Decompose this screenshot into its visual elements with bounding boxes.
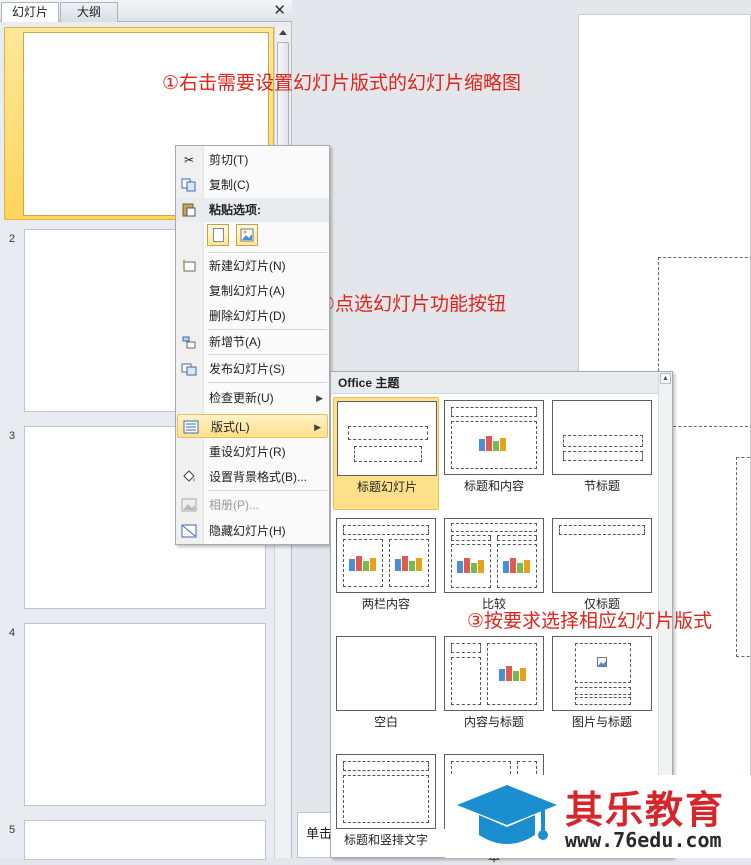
layout-preview xyxy=(444,518,544,593)
picture-icon xyxy=(597,657,607,667)
menu-item-publish-slides[interactable]: 发布幻灯片(S) xyxy=(176,357,329,381)
photo-album-icon xyxy=(181,498,197,512)
layout-preview xyxy=(444,636,544,711)
layout-preview xyxy=(444,400,544,475)
context-menu: ✂ 剪切(T) 复制(C) 粘贴选项: 新建幻灯片(N) 复制幻灯片(A) 删除… xyxy=(175,145,330,545)
slide-number: 5 xyxy=(9,824,16,836)
layout-preview xyxy=(552,636,652,711)
slide-thumbnail-4[interactable] xyxy=(24,623,266,806)
paint-bucket-icon xyxy=(181,470,197,484)
hide-slide-icon xyxy=(181,524,197,538)
scissors-icon: ✂ xyxy=(183,153,195,167)
watermark-title: 其乐教育 xyxy=(565,788,726,832)
copy-icon xyxy=(181,178,197,192)
panel-tabbar: 幻灯片 大纲 ✕ xyxy=(0,0,292,22)
layout-preview xyxy=(552,518,652,593)
watermark-logo: 其乐教育 www.76edu.com xyxy=(445,775,751,858)
new-slide-icon xyxy=(181,259,197,273)
slide-number: 3 xyxy=(9,430,16,442)
paste-options-header: 粘贴选项: xyxy=(176,198,329,222)
picture-icon xyxy=(240,228,254,242)
layout-preview xyxy=(337,401,437,476)
menu-item-duplicate-slide[interactable]: 复制幻灯片(A) xyxy=(176,279,329,303)
menu-item-reset-slide[interactable]: 重设幻灯片(R) xyxy=(176,440,329,464)
gallery-header: Office 主题 xyxy=(331,372,672,394)
submenu-arrow-icon: ▶ xyxy=(314,422,321,432)
annotation-step3: ③按要求选择相应幻灯片版式 xyxy=(467,611,713,632)
layout-two-content[interactable]: 两栏内容 xyxy=(333,515,439,628)
annotation-step1: ①右击需要设置幻灯片版式的幻灯片缩略图 xyxy=(162,73,522,94)
slide-number: 2 xyxy=(9,233,16,245)
publish-icon xyxy=(181,362,197,376)
slide-thumbnail-5[interactable] xyxy=(24,820,266,860)
menu-item-format-background[interactable]: 设置背景格式(B)... xyxy=(176,465,329,489)
annotation-step2: ②点选幻灯片功能按钮 xyxy=(318,294,507,315)
layout-preview xyxy=(336,518,436,593)
menu-item-cut[interactable]: ✂ 剪切(T) xyxy=(176,148,329,172)
tab-outline[interactable]: 大纲 xyxy=(60,2,118,22)
paste-keep-formatting-button[interactable] xyxy=(207,224,229,246)
menu-item-new-slide[interactable]: 新建幻灯片(N) xyxy=(176,254,329,278)
layout-title-slide[interactable]: 标题幻灯片 xyxy=(333,397,439,510)
watermark-url: www.76edu.com xyxy=(565,828,722,852)
layout-content-with-caption[interactable]: 内容与标题 xyxy=(441,633,547,746)
subtitle-placeholder[interactable] xyxy=(736,457,751,657)
menu-item-copy[interactable]: 复制(C) xyxy=(176,173,329,197)
layout-preview xyxy=(552,400,652,475)
layout-title-and-vertical-text[interactable]: 标题和竖排文字 xyxy=(333,751,439,864)
menu-item-check-updates[interactable]: 检查更新(U) ▶ xyxy=(176,386,329,410)
layout-picture-with-caption[interactable]: 图片与标题 xyxy=(549,633,655,746)
graduation-cap-icon xyxy=(457,785,557,844)
scroll-up-arrow-icon[interactable]: ▲ xyxy=(660,373,671,384)
layout-section-header[interactable]: 节标题 xyxy=(549,397,655,510)
clipboard-icon xyxy=(181,203,197,217)
close-icon[interactable]: ✕ xyxy=(273,1,286,19)
tab-slides[interactable]: 幻灯片 xyxy=(1,2,59,22)
layout-preview xyxy=(336,636,436,711)
submenu-arrow-icon: ▶ xyxy=(316,393,323,403)
layout-blank[interactable]: 空白 xyxy=(333,633,439,746)
section-icon xyxy=(181,335,197,349)
content-icons xyxy=(479,436,506,451)
menu-item-delete-slide[interactable]: 删除幻灯片(D) xyxy=(176,304,329,328)
scroll-up-arrow-icon[interactable] xyxy=(278,28,288,36)
layout-title-and-content[interactable]: 标题和内容 xyxy=(441,397,547,510)
paste-picture-button[interactable] xyxy=(236,224,258,246)
slide-number: 4 xyxy=(9,627,16,639)
menu-item-layout[interactable]: 版式(L) ▶ xyxy=(177,414,328,438)
menu-item-add-section[interactable]: 新增节(A) xyxy=(176,330,329,354)
layout-preview xyxy=(336,754,436,829)
menu-item-hide-slide[interactable]: 隐藏幻灯片(H) xyxy=(176,519,329,543)
layout-icon xyxy=(183,420,199,434)
menu-item-photo-album: 相册(P)... xyxy=(176,493,329,517)
